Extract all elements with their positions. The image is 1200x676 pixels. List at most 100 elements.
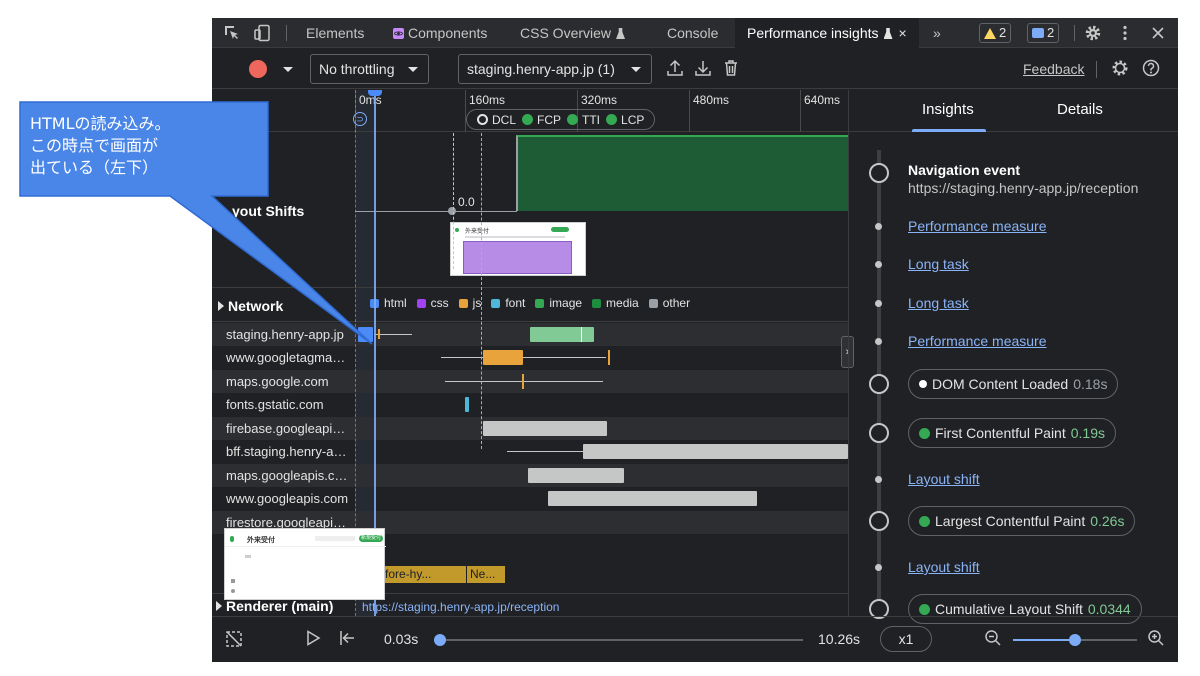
legend-image-label: image (549, 296, 583, 310)
network-request-bar[interactable] (358, 327, 373, 342)
network-request-bar[interactable] (530, 327, 594, 342)
insight-layout-shift[interactable]: Layout shift (908, 471, 980, 487)
main-thread-task[interactable]: Ne... (467, 566, 505, 583)
playback-slider-knob[interactable] (434, 634, 447, 646)
insights-sidebar: Insights Details Navigation event https:… (848, 90, 1178, 624)
legend-media-swatch (592, 298, 602, 308)
devtools-window: Elements Components CSS Overview Console… (212, 18, 1178, 662)
network-request-bar[interactable] (483, 350, 523, 365)
filmstrip-screenshot[interactable]: 外来受付 新規受付 (224, 528, 386, 600)
playhead-handle[interactable] (368, 90, 382, 96)
network-row-host: staging.henry-app.jp (226, 327, 344, 342)
network-row-host: maps.googleapis.com (226, 468, 351, 483)
renderer-url: https://staging.henry-app.jp/reception (362, 600, 560, 614)
throttling-select[interactable]: No throttling (310, 54, 429, 84)
metric-lcp-pill[interactable]: Largest Contentful Paint 0.26s (908, 506, 1136, 536)
network-request-bar[interactable] (528, 468, 624, 483)
network-row[interactable]: bff.staging.henry-app.jp (212, 440, 848, 463)
metric-fcp-pill[interactable]: First Contentful Paint 0.19s (908, 418, 1116, 448)
network-row[interactable]: maps.google.com (212, 370, 848, 393)
network-row[interactable]: www.googleapis.com (212, 487, 848, 510)
marker-fcp[interactable]: FCP (522, 113, 561, 127)
ruler-tick: 160ms (465, 90, 505, 132)
main-thread-task[interactable]: fore-hy... (382, 566, 466, 583)
marker-dcl[interactable]: DCL (477, 113, 516, 127)
page-select-value: staging.henry-app.jp (1) (467, 61, 615, 77)
capture-settings-gear-icon[interactable] (1110, 58, 1132, 80)
tab-components[interactable]: Components (393, 18, 487, 48)
download-icon[interactable] (693, 58, 715, 80)
feedback-link[interactable]: Feedback (1023, 61, 1084, 77)
metric-lcp-label: Largest Contentful Paint (935, 513, 1086, 529)
play-icon[interactable] (304, 629, 326, 651)
sidebar-tabs: Insights Details (849, 90, 1178, 132)
network-request-bar[interactable] (465, 397, 469, 412)
layout-shift-cluster[interactable] (516, 135, 848, 211)
performance-toolbar: No throttling staging.henry-app.jp (1) F… (212, 49, 1178, 89)
expand-triangle-icon (216, 601, 222, 611)
marker-lcp-label: LCP (621, 112, 645, 127)
network-track-toggle[interactable]: Network (218, 298, 283, 314)
help-icon[interactable] (1141, 58, 1163, 80)
metric-cls-value: 0.0344 (1087, 601, 1131, 617)
tab-details[interactable]: Details (1057, 101, 1103, 118)
insight-layout-shift[interactable]: Layout shift (908, 559, 980, 575)
insight-long-task[interactable]: Long task (908, 256, 969, 272)
inspect-element-icon[interactable] (222, 23, 242, 43)
messages-badge[interactable]: 2 (1027, 23, 1060, 43)
warnings-badge[interactable]: 2 (979, 23, 1012, 43)
insight-long-task[interactable]: Long task (908, 295, 969, 311)
close-tab-icon[interactable]: × (899, 25, 907, 41)
timeline-panel: 0ms 160ms 320ms 480ms 640ms ⊃ DCL FCP TT… (212, 90, 848, 616)
tti-marker-icon (567, 113, 579, 125)
network-row[interactable]: firebase.googleapis.com (212, 417, 848, 440)
network-request-bar[interactable] (548, 491, 757, 506)
playback-slider-track[interactable] (439, 639, 803, 641)
settings-gear-icon[interactable] (1083, 23, 1103, 43)
insight-performance-measure[interactable]: Performance measure (908, 333, 1047, 349)
insight-node-icon (875, 338, 882, 345)
network-row-host: firebase.googleapis.com (226, 421, 351, 436)
screenshots-off-icon[interactable] (224, 629, 246, 651)
zoom-in-icon[interactable] (1147, 629, 1169, 651)
metric-lcp-value: 0.26s (1090, 513, 1125, 529)
more-options-icon[interactable] (1115, 23, 1135, 43)
network-request-tick (378, 329, 380, 339)
network-row[interactable]: www.googletagmanager.com (212, 346, 848, 369)
tab-css-overview[interactable]: CSS Overview (520, 18, 626, 48)
record-options-chevron-down-icon[interactable] (283, 67, 293, 72)
layout-shift-screenshot[interactable]: 外来受付 (450, 222, 586, 276)
jump-to-start-icon[interactable] (338, 629, 360, 651)
network-row[interactable]: fonts.gstatic.com (212, 393, 848, 416)
page-select[interactable]: staging.henry-app.jp (1) (458, 54, 652, 84)
tab-elements[interactable]: Elements (306, 18, 364, 48)
marker-tti[interactable]: TTI (567, 113, 600, 127)
playback-speed-button[interactable]: x1 (880, 626, 932, 652)
delete-trash-icon[interactable] (721, 58, 743, 80)
tab-insights[interactable]: Insights (922, 101, 974, 118)
app-logo-icon (230, 536, 234, 542)
tab-console[interactable]: Console (667, 18, 718, 48)
marker-lcp[interactable]: LCP (606, 113, 644, 127)
insight-performance-measure[interactable]: Performance measure (908, 218, 1047, 234)
metric-dcl-pill[interactable]: DOM Content Loaded 0.18s (908, 369, 1119, 399)
zoom-out-icon[interactable] (984, 629, 1006, 651)
upload-icon[interactable] (665, 58, 687, 80)
zoom-slider-knob[interactable] (1069, 634, 1081, 646)
close-devtools-icon[interactable] (1148, 23, 1168, 43)
legend-css-label: css (430, 296, 449, 310)
more-tabs-icon[interactable]: » (933, 18, 941, 48)
chevron-down-icon (408, 67, 418, 72)
layout-shifts-label: yout Shifts (232, 203, 305, 219)
tab-performance-insights[interactable]: Performance insights × (735, 18, 919, 48)
network-row[interactable]: staging.henry-app.jp (212, 323, 848, 346)
layout-shift-point[interactable] (448, 207, 456, 215)
device-toolbar-icon[interactable] (252, 23, 272, 43)
network-request-bar[interactable] (583, 444, 848, 459)
lcp-dot-icon (919, 515, 930, 527)
network-row[interactable]: maps.googleapis.com (212, 464, 848, 487)
network-request-bar[interactable] (483, 421, 607, 436)
renderer-track-toggle[interactable]: Renderer (main) (216, 598, 333, 614)
time-ruler: 0ms 160ms 320ms 480ms 640ms ⊃ DCL FCP TT… (212, 90, 848, 132)
record-button[interactable] (249, 60, 267, 78)
